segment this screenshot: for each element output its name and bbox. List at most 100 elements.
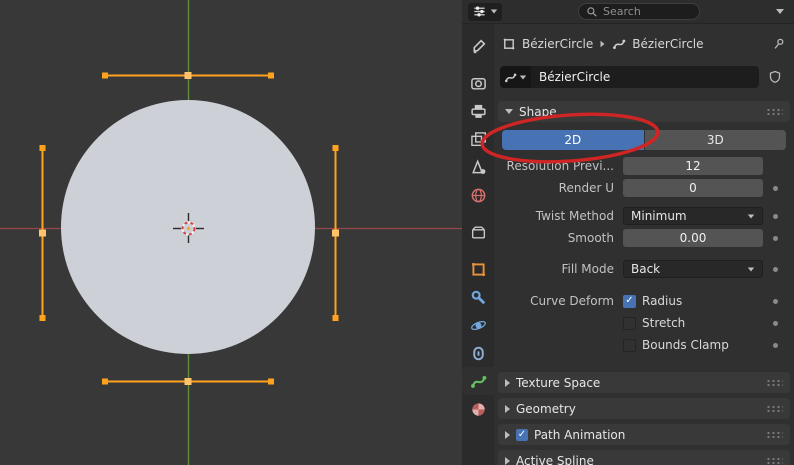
row-curve-deform-radius: Curve Deform Radius: [500, 291, 788, 311]
tab-active-tool[interactable]: [462, 32, 494, 60]
chevron-right-icon: [505, 378, 510, 387]
header-collapse-chevron-icon[interactable]: [776, 9, 784, 14]
search-placeholder: Search: [603, 5, 641, 18]
search-input[interactable]: Search: [578, 3, 700, 20]
prop-label: Resolution Previ...: [506, 159, 614, 173]
row-twist-method: Twist Method Minimum: [500, 206, 788, 226]
section-title: Shape: [519, 104, 557, 119]
breadcrumb-object-name[interactable]: BézierCircle: [522, 37, 593, 51]
row-fill-mode: Fill Mode Back: [500, 259, 788, 279]
prop-label: Smooth: [567, 231, 614, 245]
checkbox[interactable]: [623, 338, 636, 352]
tab-render-properties[interactable]: [462, 69, 494, 97]
id-name-row: BézierCircle: [498, 65, 790, 89]
animate-dot[interactable]: [773, 298, 778, 304]
checkbox-label: Bounds Clamp: [642, 338, 729, 352]
animate-dot[interactable]: [773, 266, 778, 272]
resolution-preview-field[interactable]: 12: [623, 157, 763, 175]
dimension-toggle: 2D 3D: [502, 130, 786, 150]
animate-dot[interactable]: [773, 213, 778, 219]
chevron-right-icon: [505, 430, 510, 439]
data-name-value: BézierCircle: [539, 70, 611, 84]
section-title: Geometry: [516, 401, 576, 416]
twist-method-dropdown[interactable]: Minimum: [623, 207, 763, 225]
fill-mode-dropdown[interactable]: Back: [623, 260, 763, 278]
2d-button[interactable]: 2D: [502, 130, 644, 150]
dropdown-value: Back: [631, 262, 661, 276]
row-bounds-clamp: Bounds Clamp: [500, 335, 788, 355]
properties-tab-strip: [462, 24, 494, 465]
render-u-field[interactable]: 0: [623, 179, 763, 197]
chevron-down-icon: [747, 214, 755, 218]
properties-editor-icon: [472, 4, 487, 19]
pin-icon[interactable]: [772, 37, 786, 51]
tab-view-layer-properties[interactable]: [462, 125, 494, 153]
drag-grip-icon[interactable]: [766, 378, 783, 387]
tab-object-properties[interactable]: [462, 255, 494, 283]
properties-content: BézierCircle BézierCircle BézierCircle S…: [494, 24, 794, 465]
field-value: 0: [689, 181, 697, 195]
editor-type-button[interactable]: [468, 2, 502, 21]
shape-panel-body: 2D 3D Resolution Previ... 12 Render U 0: [498, 122, 790, 367]
dropdown-value: Minimum: [631, 209, 687, 223]
prop-label: Curve Deform: [530, 294, 614, 308]
chevron-down-icon: [519, 75, 527, 79]
field-value: 12: [685, 159, 701, 173]
curve-data-icon: [504, 71, 517, 84]
tab-constraint-properties[interactable]: [462, 339, 494, 367]
tab-modifier-properties[interactable]: [462, 283, 494, 311]
chevron-down-icon: [747, 267, 755, 271]
data-name-input[interactable]: BézierCircle: [531, 66, 759, 88]
tab-object-data-properties[interactable]: [462, 367, 494, 395]
section-active-spline[interactable]: Active Spline: [498, 450, 790, 465]
fake-user-button[interactable]: [762, 66, 788, 88]
row-smooth: Smooth 0.00: [500, 228, 788, 248]
drag-grip-icon[interactable]: [766, 404, 783, 413]
drag-grip-icon[interactable]: [766, 456, 783, 465]
chevron-right-icon: [505, 404, 510, 413]
animate-dot[interactable]: [773, 342, 778, 348]
animate-dot[interactable]: [773, 320, 778, 326]
row-render-u: Render U 0: [500, 178, 788, 198]
drag-grip-icon[interactable]: [766, 107, 783, 116]
section-texture-space[interactable]: Texture Space: [498, 372, 790, 393]
checkbox-label: Stretch: [642, 316, 686, 330]
tab-world-properties[interactable]: [462, 181, 494, 209]
breadcrumb-data-name[interactable]: BézierCircle: [632, 37, 703, 51]
section-shape[interactable]: Shape: [498, 101, 790, 122]
tab-output-properties[interactable]: [462, 97, 494, 125]
drag-grip-icon[interactable]: [766, 430, 783, 439]
id-type-button[interactable]: [500, 66, 531, 88]
tab-physics-properties[interactable]: [462, 311, 494, 339]
field-value: 0.00: [679, 231, 707, 245]
bounds-clamp-checkbox[interactable]: Bounds Clamp: [623, 338, 763, 352]
section-path-animation[interactable]: Path Animation: [498, 424, 790, 445]
animate-dot[interactable]: [773, 235, 778, 241]
shield-icon: [768, 70, 782, 84]
chevron-right-icon: [505, 456, 510, 465]
radius-checkbox[interactable]: Radius: [623, 294, 763, 308]
tab-collection-properties[interactable]: [462, 218, 494, 246]
object-icon: [502, 37, 516, 51]
section-title: Active Spline: [516, 453, 594, 465]
section-title: Path Animation: [534, 427, 626, 442]
stretch-checkbox[interactable]: Stretch: [623, 316, 763, 330]
tab-scene-properties[interactable]: [462, 153, 494, 181]
section-title: Texture Space: [516, 375, 601, 390]
section-geometry[interactable]: Geometry: [498, 398, 790, 419]
checkbox[interactable]: [623, 294, 636, 308]
curve-data-icon: [612, 37, 626, 51]
row-resolution-preview: Resolution Previ... 12: [500, 156, 788, 176]
tab-material-properties[interactable]: [462, 395, 494, 423]
checkbox[interactable]: [623, 316, 636, 330]
smooth-field[interactable]: 0.00: [623, 229, 763, 247]
path-animation-checkbox[interactable]: [516, 428, 528, 441]
checkbox-label: Radius: [642, 294, 683, 308]
prop-label: Fill Mode: [561, 262, 614, 276]
3d-button[interactable]: 3D: [644, 130, 786, 150]
blender-window: Search BézierCircle BézierCircle BézierC…: [0, 0, 794, 465]
breadcrumb: BézierCircle BézierCircle: [498, 32, 790, 56]
row-stretch: Stretch: [500, 313, 788, 333]
animate-dot[interactable]: [773, 185, 778, 191]
3d-viewport[interactable]: [0, 0, 462, 465]
